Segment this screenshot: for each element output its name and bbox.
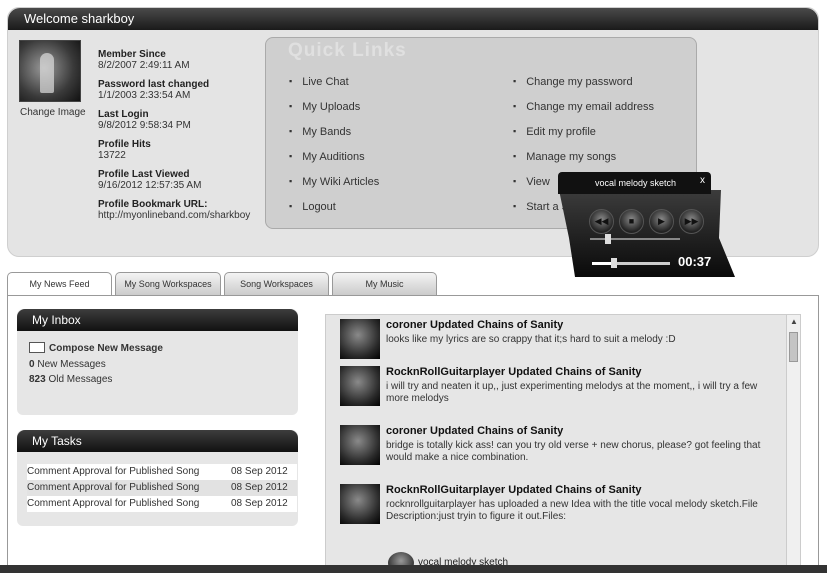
link-my-uploads[interactable]: My Uploads bbox=[289, 101, 379, 126]
link-live-chat[interactable]: Live Chat bbox=[289, 76, 379, 101]
bookmark-url-value[interactable]: http://myonlineband.com/sharkboy bbox=[98, 210, 268, 222]
member-since-value: 8/2/2007 2:49:11 AM bbox=[98, 60, 190, 71]
new-messages-count: 0 bbox=[29, 359, 35, 370]
task-name: Comment Approval for Published Song bbox=[27, 482, 200, 493]
tab-song-workspaces[interactable]: Song Workspaces bbox=[224, 272, 329, 296]
stop-icon[interactable]: ■ bbox=[619, 209, 644, 234]
avatar[interactable] bbox=[19, 40, 81, 102]
task-row[interactable]: Comment Approval for Published Song 08 S… bbox=[27, 480, 297, 496]
player-body: ◀◀ ■ ▶ ▶▶ 00:37 bbox=[559, 190, 735, 277]
feed-item-text: looks like my lyrics are so crappy that … bbox=[386, 334, 676, 345]
profile-last-viewed-label: Profile Last Viewed bbox=[98, 169, 190, 180]
link-my-bands[interactable]: My Bands bbox=[289, 126, 379, 151]
feed-scrollbar[interactable]: ▲ bbox=[786, 315, 800, 571]
inbox-title: My Inbox bbox=[17, 309, 298, 331]
password-changed-label: Password last changed bbox=[98, 79, 210, 90]
bookmark-url-label: Profile Bookmark URL: bbox=[98, 199, 208, 210]
password-changed-value: 1/1/2003 2:33:54 AM bbox=[98, 90, 191, 101]
feed-item-text: rocknrollguitarplayer has uploaded a new… bbox=[386, 499, 758, 522]
compose-label: Compose New Message bbox=[49, 343, 163, 354]
old-messages-label: Old Messages bbox=[48, 374, 113, 385]
user-avatar[interactable] bbox=[340, 425, 380, 465]
progress-knob[interactable] bbox=[610, 258, 617, 268]
user-avatar[interactable] bbox=[340, 366, 380, 406]
play-icon[interactable]: ▶ bbox=[649, 209, 674, 234]
profile-info: Member Since 8/2/2007 2:49:11 AM Passwor… bbox=[98, 47, 268, 222]
envelope-icon bbox=[29, 342, 45, 353]
feed-item-text: i will try and neaten it up,, just exper… bbox=[386, 381, 758, 404]
old-messages-link[interactable]: 823 Old Messages bbox=[29, 374, 112, 385]
tab-my-song-workspaces[interactable]: My Song Workspaces bbox=[115, 272, 221, 296]
player-titlebar: vocal melody sketch x bbox=[558, 172, 711, 194]
link-edit-profile[interactable]: Edit my profile bbox=[513, 126, 654, 151]
volume-track[interactable] bbox=[590, 238, 680, 240]
tab-my-news-feed[interactable]: My News Feed bbox=[7, 272, 112, 297]
forward-icon[interactable]: ▶▶ bbox=[679, 209, 704, 234]
task-row[interactable]: Comment Approval for Published Song 08 S… bbox=[27, 496, 297, 512]
link-logout[interactable]: Logout bbox=[289, 201, 379, 226]
profile-hits-label: Profile Hits bbox=[98, 139, 151, 150]
player-title: vocal melody sketch bbox=[595, 178, 677, 188]
compose-message-link[interactable]: Compose New Message bbox=[29, 342, 163, 354]
quick-links-left: Live Chat My Uploads My Bands My Auditio… bbox=[289, 76, 379, 226]
feed-item-text: bridge is totally kick ass! can you try … bbox=[386, 440, 761, 463]
scroll-thumb[interactable] bbox=[789, 332, 798, 362]
link-my-wiki-articles[interactable]: My Wiki Articles bbox=[289, 176, 379, 201]
old-messages-count: 823 bbox=[29, 374, 46, 385]
link-my-auditions[interactable]: My Auditions bbox=[289, 151, 379, 176]
task-date: 08 Sep 2012 bbox=[231, 466, 288, 477]
member-since-label: Member Since bbox=[98, 49, 166, 60]
news-feed-list[interactable]: coroner Updated Chains of Sanity looks l… bbox=[325, 314, 801, 572]
new-messages-label: New Messages bbox=[37, 359, 106, 370]
inbox-box: My Inbox Compose New Message 0 New Messa… bbox=[17, 309, 298, 415]
link-change-email[interactable]: Change my email address bbox=[513, 101, 654, 126]
close-icon[interactable]: x bbox=[700, 175, 705, 186]
user-avatar[interactable] bbox=[340, 319, 380, 359]
quick-links-title: Quick Links bbox=[288, 40, 407, 61]
welcome-header: Welcome sharkboy bbox=[8, 8, 818, 30]
profile-last-viewed-value: 9/16/2012 12:57:35 AM bbox=[98, 180, 202, 191]
task-date: 08 Sep 2012 bbox=[231, 498, 288, 509]
feed-item-title[interactable]: coroner Updated Chains of Sanity bbox=[386, 319, 563, 331]
audio-player[interactable]: ◀◀ ■ ▶ ▶▶ 00:37 vocal melody sketch x bbox=[551, 172, 737, 277]
task-date: 08 Sep 2012 bbox=[231, 482, 288, 493]
feed-item-title[interactable]: coroner Updated Chains of Sanity bbox=[386, 425, 563, 437]
feed-item-title[interactable]: RocknRollGuitarplayer Updated Chains of … bbox=[386, 366, 642, 378]
volume-knob[interactable] bbox=[605, 234, 611, 244]
feed-item-title[interactable]: RocknRollGuitarplayer Updated Chains of … bbox=[386, 484, 642, 496]
tasks-title: My Tasks bbox=[17, 430, 298, 452]
scroll-up-icon[interactable]: ▲ bbox=[790, 317, 798, 326]
tab-my-music[interactable]: My Music bbox=[332, 272, 437, 296]
task-name: Comment Approval for Published Song bbox=[27, 466, 200, 477]
new-messages-link[interactable]: 0 New Messages bbox=[29, 359, 106, 370]
profile-hits-value: 13722 bbox=[98, 150, 126, 161]
news-feed-content: My Inbox Compose New Message 0 New Messa… bbox=[7, 295, 819, 573]
tasks-box: My Tasks Comment Approval for Published … bbox=[17, 430, 298, 526]
player-time: 00:37 bbox=[678, 254, 712, 269]
last-login-label: Last Login bbox=[98, 109, 149, 120]
user-avatar[interactable] bbox=[340, 484, 380, 524]
change-image-link[interactable]: Change Image bbox=[20, 107, 86, 118]
bottom-border bbox=[0, 565, 827, 573]
link-change-password[interactable]: Change my password bbox=[513, 76, 654, 101]
rewind-icon[interactable]: ◀◀ bbox=[589, 209, 614, 234]
task-name: Comment Approval for Published Song bbox=[27, 498, 200, 509]
task-row[interactable]: Comment Approval for Published Song 08 S… bbox=[27, 464, 297, 480]
last-login-value: 9/8/2012 9:58:34 PM bbox=[98, 120, 191, 131]
